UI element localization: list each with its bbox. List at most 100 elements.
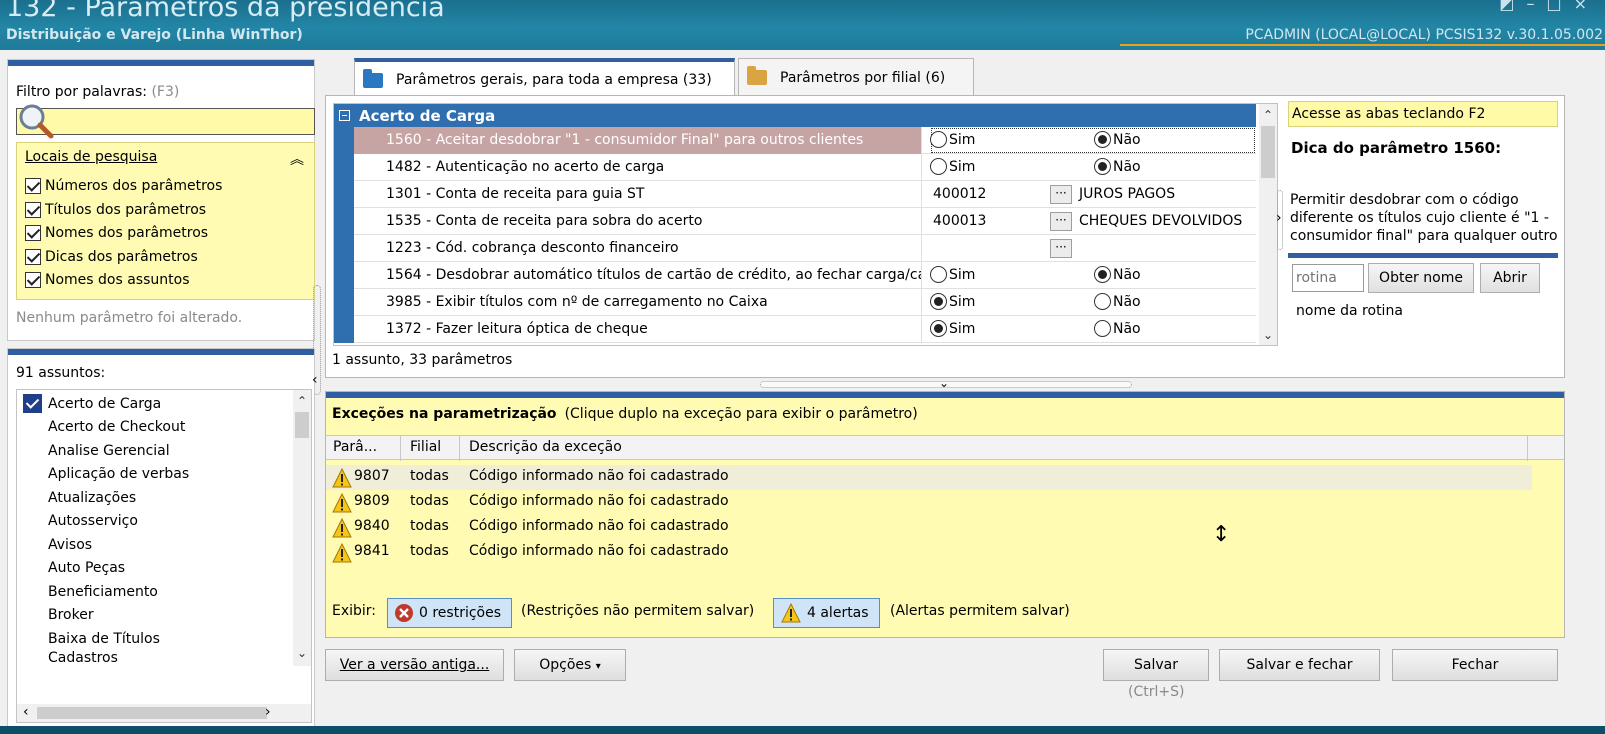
column-header[interactable]: Filial xyxy=(410,439,441,455)
exception-row[interactable]: 9840 todas Código informado não foi cada… xyxy=(326,515,1564,540)
radio-nao[interactable]: Não xyxy=(1094,158,1141,175)
close-icon[interactable]: × xyxy=(1574,0,1599,13)
collapse-group-icon[interactable] xyxy=(339,110,350,121)
params-summary: 1 assunto, 33 parâmetros xyxy=(332,352,513,368)
get-name-button[interactable]: Obter nome xyxy=(1368,263,1474,293)
subject-item[interactable]: Avisos xyxy=(17,533,92,556)
lookup-button[interactable]: ··· xyxy=(1050,185,1072,204)
subject-item[interactable]: Analise Gerencial xyxy=(17,439,170,462)
radio-nao[interactable]: Não xyxy=(1094,131,1141,148)
tab-branch-params[interactable]: Parâmetros por filial (6) xyxy=(738,58,974,96)
scroll-up-icon[interactable]: ⌃ xyxy=(1259,106,1277,124)
subject-item[interactable]: Acerto de Carga xyxy=(17,392,161,415)
radio-sim[interactable]: Sim xyxy=(930,320,975,337)
subject-item[interactable]: Cadastros xyxy=(17,650,118,664)
exceptions-table-header[interactable]: Parâ... Filial Descrição da exceção xyxy=(326,435,1564,461)
save-button[interactable]: Salvar xyxy=(1103,649,1209,681)
radio-nao[interactable]: Não xyxy=(1094,293,1141,310)
param-row[interactable]: 1564 - Desdobrar automático títulos de c… xyxy=(334,262,1256,289)
restrictions-toggle[interactable]: 0 restrições xyxy=(387,598,513,628)
param-row[interactable]: 3985 - Exibir títulos com nº de carregam… xyxy=(334,289,1256,316)
checkbox-checked-icon[interactable] xyxy=(23,394,42,413)
param-name: 1372 - Fazer leitura óptica de cheque xyxy=(354,316,922,343)
exception-row[interactable]: 9809 todas Código informado não foi cada… xyxy=(326,490,1564,515)
subject-item[interactable]: Aplicação de verbas xyxy=(17,462,189,485)
horizontal-splitter[interactable]: ⌄ xyxy=(760,376,1132,390)
subjects-hscrollbar[interactable]: ‹ › xyxy=(17,704,311,722)
folder-icon xyxy=(363,68,383,88)
option-param-numbers[interactable]: Números dos parâmetros xyxy=(25,175,222,197)
scroll-right-icon[interactable]: › xyxy=(265,704,271,720)
param-row[interactable]: 1223 - Cód. cobrança desconto financeiro… xyxy=(334,235,1256,262)
group-header[interactable]: Acerto de Carga xyxy=(334,104,1256,127)
subject-item[interactable]: Acerto de Checkout xyxy=(17,415,185,438)
scroll-thumb[interactable] xyxy=(1261,126,1275,178)
param-row[interactable]: 1482 - Autenticação no acerto de carga S… xyxy=(334,154,1256,181)
chevron-down-icon[interactable]: ⌄ xyxy=(939,376,949,390)
restore-icon[interactable]: ◩ xyxy=(1499,0,1526,13)
radio-sim[interactable]: Sim xyxy=(930,131,975,148)
rotina-input[interactable] xyxy=(1292,264,1364,292)
old-version-button[interactable]: Ver a versão antiga... xyxy=(325,649,504,681)
warning-icon xyxy=(332,543,352,563)
param-row[interactable]: 1372 - Fazer leitura óptica de cheque Si… xyxy=(334,316,1256,343)
lookup-button[interactable]: ··· xyxy=(1050,212,1072,231)
column-header[interactable]: Parâ... xyxy=(333,439,377,455)
option-param-names[interactable]: Nomes dos parâmetros xyxy=(25,222,208,244)
radio-sim[interactable]: Sim xyxy=(930,158,975,175)
checkbox-icon[interactable] xyxy=(25,178,41,194)
scroll-down-icon[interactable]: ⌄ xyxy=(1259,326,1277,344)
checkbox-icon[interactable] xyxy=(25,202,41,218)
save-close-button[interactable]: Salvar e fechar xyxy=(1219,649,1380,681)
collapse-left-icon[interactable]: ‹ xyxy=(312,372,318,388)
subject-item[interactable]: Atualizações xyxy=(17,486,136,509)
param-code[interactable]: 400012 xyxy=(933,186,986,202)
close-button[interactable]: Fechar xyxy=(1392,649,1558,681)
param-row[interactable]: 1560 - Aceitar desdobrar "1 - consumidor… xyxy=(334,127,1256,154)
minimize-icon[interactable]: – xyxy=(1526,0,1546,13)
exception-row[interactable]: 9807 todas Código informado não foi cada… xyxy=(326,465,1532,490)
open-button[interactable]: Abrir xyxy=(1480,263,1540,293)
options-button[interactable]: Opções ▾ xyxy=(514,649,626,681)
alerts-toggle[interactable]: 4 alertas xyxy=(773,598,880,628)
maximize-icon[interactable]: □ xyxy=(1546,0,1573,13)
option-param-tips[interactable]: Dicas dos parâmetros xyxy=(25,246,198,268)
subject-item[interactable]: Beneficiamento xyxy=(17,580,158,603)
subjects-vscrollbar[interactable]: ⌃ ⌄ xyxy=(293,390,311,666)
checkbox-icon[interactable] xyxy=(25,249,41,265)
radio-sim[interactable]: Sim xyxy=(930,293,975,310)
scroll-thumb[interactable] xyxy=(295,412,309,438)
param-row[interactable]: 1535 - Conta de receita para sobra do ac… xyxy=(334,208,1256,235)
subject-item[interactable]: Broker xyxy=(17,603,94,626)
params-grid[interactable]: Acerto de Carga 1560 - Aceitar desdobrar… xyxy=(333,103,1278,346)
checkbox-icon[interactable] xyxy=(25,225,41,241)
option-subject-names[interactable]: Nomes dos assuntos xyxy=(25,269,190,291)
scroll-left-icon[interactable]: ‹ xyxy=(23,704,29,720)
filter-input[interactable] xyxy=(45,111,311,132)
tab-general-params[interactable]: Parâmetros gerais, para toda a empresa (… xyxy=(354,58,735,98)
lookup-button[interactable]: ··· xyxy=(1050,239,1072,258)
radio-nao[interactable]: Não xyxy=(1094,266,1141,283)
param-row[interactable]: 1301 - Conta de receita para guia ST 400… xyxy=(334,181,1256,208)
expand-tip-icon[interactable]: › xyxy=(1276,210,1282,226)
exception-row[interactable]: 9841 todas Código informado não foi cada… xyxy=(326,540,1564,565)
checkbox-icon[interactable] xyxy=(25,272,41,288)
scroll-down-icon[interactable]: ⌄ xyxy=(293,644,311,662)
scroll-up-icon[interactable]: ⌃ xyxy=(293,392,311,410)
param-code[interactable]: 400013 xyxy=(933,213,986,229)
subject-item[interactable]: Baixa de Títulos xyxy=(17,627,160,650)
radio-nao[interactable]: Não xyxy=(1094,320,1141,337)
filter-input-box[interactable] xyxy=(16,108,315,135)
subject-item[interactable]: Autosserviço xyxy=(17,509,138,532)
option-param-titles[interactable]: Títulos dos parâmetros xyxy=(25,199,206,221)
column-header[interactable]: Descrição da exceção xyxy=(469,439,622,455)
collapse-icon[interactable]: ︽ xyxy=(290,149,304,169)
subjects-list[interactable]: Acerto de Carga Acerto de Checkout Anali… xyxy=(16,389,312,723)
scroll-thumb[interactable] xyxy=(37,707,267,719)
search-places-box: Locais de pesquisa ︽ Números dos parâmet… xyxy=(16,142,315,300)
radio-sim[interactable]: Sim xyxy=(930,266,975,283)
window-controls[interactable]: ◩–□× xyxy=(1499,0,1599,13)
params-vscrollbar[interactable]: ⌃ ⌄ xyxy=(1259,104,1277,345)
subject-item[interactable]: Auto Peças xyxy=(17,556,125,579)
param-description: CHEQUES DEVOLVIDOS xyxy=(1079,213,1243,229)
